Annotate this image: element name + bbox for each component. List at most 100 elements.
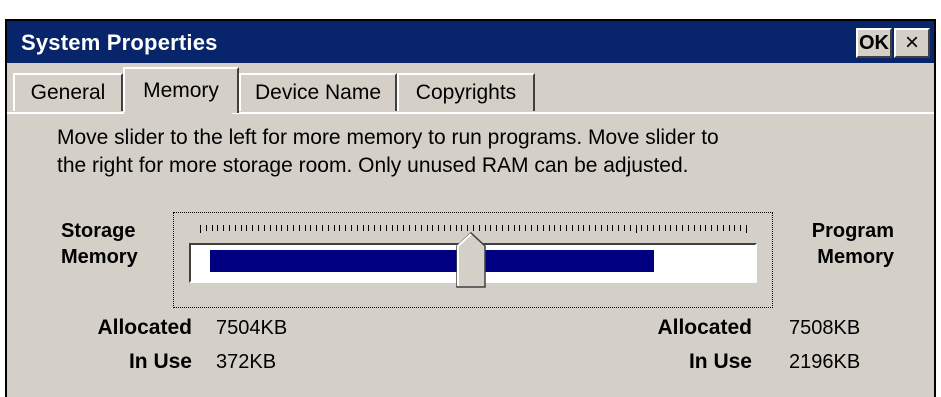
slider-tick [345,225,346,231]
storage-memory-label: Storage Memory [61,218,138,270]
slider-tick [212,225,213,231]
slider-tick [421,225,422,231]
slider-tick [328,225,329,231]
slider-tick [490,225,491,231]
slider-tick [700,225,701,231]
slider-tick [694,225,695,231]
slider-tick [450,225,451,231]
slider-tick [566,225,567,231]
slider-tick [473,225,474,231]
slider-tick [287,225,288,231]
slider-tick [467,225,468,231]
slider-tick [281,225,282,231]
slider-tick [688,225,689,231]
slider-tick [415,225,416,231]
slider-tick [746,225,747,233]
program-allocated-value: 7508KB [789,317,861,339]
slider-tick [624,225,625,231]
slider-tick [734,225,735,231]
slider-tick [229,225,230,231]
slider-tick [519,225,520,231]
slider-tick [374,225,375,231]
slider-tick [705,225,706,231]
slider-tick [461,225,462,231]
slider-tick [502,225,503,231]
slider-tick [432,225,433,231]
slider-tick [258,225,259,231]
slider-tick [601,225,602,231]
slider-tick [363,225,364,231]
slider-tick [403,225,404,231]
slider-tick [641,225,642,231]
close-button[interactable]: × [894,28,930,58]
memory-description: Move slider to the left for more memory … [57,124,877,180]
program-label-line-1: Program [811,220,894,242]
slider-tick [630,225,631,231]
slider-thumb[interactable] [456,232,486,288]
slider-tick [456,225,457,231]
tab-divider-gap [124,112,232,114]
tab-memory[interactable]: Memory [123,67,239,113]
slider-tick [549,225,550,231]
slider-tick [729,225,730,231]
slider-tick [636,225,637,233]
program-in-use-value: 2196KB [789,351,861,373]
storage-allocated-label: Allocated [97,316,192,339]
program-label-line-2: Memory [817,246,894,268]
storage-label-line-1: Storage [61,220,136,242]
description-line-2: the right for more storage room. Only un… [57,154,689,177]
slider-tick [717,225,718,231]
slider-tick [217,225,218,231]
slider-tick [525,225,526,231]
storage-fill-bar [210,250,654,272]
slider-tick [438,225,439,231]
title-bar: System Properties OK × [5,19,936,63]
tab-strip: General Memory Device Name Copyrights [7,63,936,113]
slider-tick [246,225,247,231]
description-line-1: Move slider to the left for more memory … [57,126,719,149]
storage-in-use-label: In Use [128,350,192,373]
slider-tick [589,225,590,231]
tab-general[interactable]: General [13,73,123,111]
slider-tick [531,225,532,231]
slider-tick [572,225,573,231]
slider-tick [305,225,306,231]
slider-tick [351,225,352,231]
slider-tick [578,225,579,231]
program-allocated-label: Allocated [657,316,752,339]
tab-copyrights[interactable]: Copyrights [397,73,535,111]
ok-button[interactable]: OK [856,28,892,58]
slider-tick [653,225,654,231]
slider-tick [241,225,242,231]
slider-tick [386,225,387,231]
slider-tick [647,225,648,231]
slider-tick [607,225,608,231]
slider-tick [270,225,271,231]
slider-tick [659,225,660,231]
slider-tick [583,225,584,231]
slider-tick [427,225,428,231]
slider-tick [368,225,369,231]
slider-tick [444,225,445,231]
slider-tick [252,225,253,231]
slider-tick [235,225,236,231]
slider-tick [676,225,677,231]
tab-device-name[interactable]: Device Name [239,73,397,111]
system-properties-window: System Properties OK × General Memory De… [0,0,941,397]
slider-tick [293,225,294,231]
slider-tick [409,225,410,231]
slider-tick [508,225,509,231]
slider-tick [665,225,666,231]
slider-tick [339,225,340,231]
slider-tick [223,225,224,231]
slider-tick [380,225,381,231]
slider-tick [670,225,671,231]
slider-tick [200,225,201,233]
slider-tick [537,225,538,231]
slider-tick [554,225,555,231]
slider-tick [543,225,544,231]
slider-tick [595,225,596,231]
storage-in-use-value: 372KB [216,351,277,373]
slider-tick [618,225,619,231]
slider-tick [310,225,311,231]
